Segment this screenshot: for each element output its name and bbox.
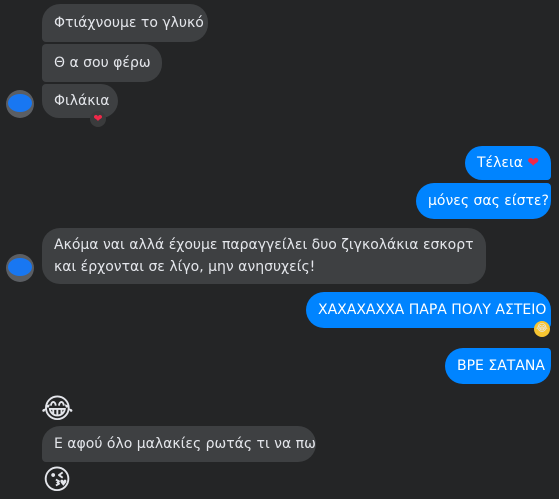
- avatar[interactable]: [6, 90, 34, 118]
- redacted-avatar-scribble: [8, 94, 32, 112]
- message-bubble-incoming[interactable]: Ακόμα ναι αλλά έχουμε παραγγείλει δυο ζι…: [42, 228, 486, 284]
- message-text: ΧΑΧΑΧΑΧΧΑ ΠΑΡΑ ΠΟΛΥ ΑΣΤΕΙΟ: [318, 302, 547, 318]
- laughing-tears-emoji-icon: 😂: [41, 392, 74, 425]
- avatar[interactable]: [6, 254, 34, 282]
- message-text-line: και έρχονται σε λίγο, μην ανησυχείς!: [54, 259, 316, 275]
- message-text: ΒΡΕ ΣΑΤΑΝΑ: [457, 358, 545, 374]
- heart-icon: ❤: [527, 155, 540, 171]
- message-bubble-incoming[interactable]: Ε αφού όλο μαλακίες ρωτάς τι να πω: [42, 426, 316, 462]
- message-text: Τέλεια: [477, 155, 523, 171]
- message-bubble-outgoing[interactable]: μόνες σας είστε?: [416, 183, 551, 219]
- message-bubble-incoming[interactable]: Φιλάκια: [42, 84, 118, 118]
- laughing-reaction-icon[interactable]: 😂: [534, 321, 550, 337]
- message-text: Φιλάκια: [54, 93, 110, 109]
- heart-reaction-icon[interactable]: ❤: [90, 111, 106, 127]
- message-bubble-outgoing[interactable]: ΧΑΧΑΧΑΧΧΑ ΠΑΡΑ ΠΟΛΥ ΑΣΤΕΙΟ: [306, 292, 551, 328]
- message-bubble-outgoing[interactable]: ΒΡΕ ΣΑΤΑΝΑ: [445, 348, 551, 384]
- message-bubble-incoming[interactable]: Φτιάχνουμε το γλυκό: [42, 4, 208, 42]
- message-text: Ε αφού όλο μαλακίες ρωτάς τι να πω: [54, 436, 316, 452]
- blowing-kiss-emoji-icon: 😘: [42, 463, 72, 496]
- redacted-avatar-scribble: [8, 258, 32, 276]
- message-text: μόνες σας είστε?: [428, 193, 549, 209]
- message-bubble-outgoing[interactable]: Τέλεια ❤: [465, 146, 551, 180]
- message-text: Φτιάχνουμε το γλυκό: [54, 15, 204, 31]
- message-text-line: Ακόμα ναι αλλά έχουμε παραγγείλει δυο ζι…: [54, 237, 474, 253]
- message-bubble-incoming[interactable]: Θ α σου φέρω: [42, 44, 162, 82]
- message-text: Θ α σου φέρω: [54, 55, 151, 71]
